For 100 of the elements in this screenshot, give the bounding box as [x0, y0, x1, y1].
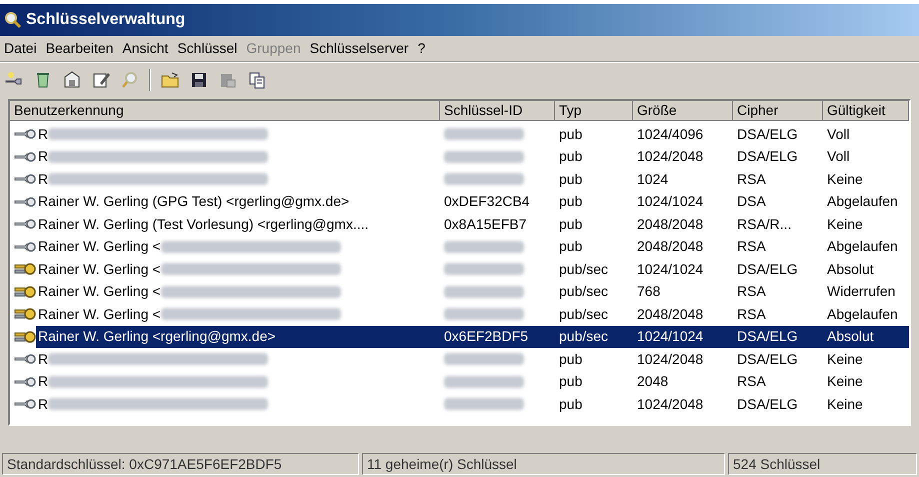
table-cell-text: pub	[559, 237, 582, 256]
table-cell-text: Keine	[827, 394, 863, 414]
table-cell-text: Rainer W. Gerling <rgerling@gmx.de>	[38, 327, 276, 346]
column-header[interactable]: Schlüssel-ID	[440, 101, 555, 121]
table-cell-text: Rainer W. Gerling (GPG Test) <rgerling@gmx.de>	[38, 192, 350, 212]
copy-icon[interactable]	[247, 70, 267, 90]
table-cell-text: Voll	[827, 124, 850, 144]
table-cell-text: 1024/1024	[637, 260, 704, 279]
status-panel: Standardschlüssel: 0xC971AE5F6EF2BDF5	[2, 453, 359, 475]
table-cell-text: R	[38, 124, 48, 144]
table-cell-text: Rainer W. Gerling (Test Vorlesung) <rgerling@gmx....	[38, 214, 369, 234]
key-icon	[14, 196, 36, 208]
table-cell-text: DSA/ELG	[737, 327, 798, 346]
table-cell-text: R	[38, 372, 48, 392]
key-pair-icon	[14, 262, 36, 276]
table-cell-text: 1024/1024	[637, 327, 704, 346]
table-cell-text: 0xDEF32CB4	[444, 192, 530, 212]
key-icon	[14, 128, 36, 140]
table-cell-text: pub	[559, 394, 582, 414]
table-cell-text: pub	[559, 147, 582, 166]
table-cell-text: R	[38, 147, 48, 166]
folder-icon[interactable]	[160, 70, 180, 90]
table-cell-text: 2048/2048	[637, 304, 704, 324]
key-row[interactable]: R pub 1024/4096 DSA/ELG Voll	[10, 123, 909, 146]
menu-item[interactable]: Schlüsselserver	[310, 38, 409, 59]
key-row[interactable]: R pub 2048 RSA Keine	[10, 370, 909, 393]
table-cell-text: R	[38, 170, 48, 189]
key-icon	[14, 218, 36, 230]
key-icon	[14, 150, 36, 163]
key-icon	[14, 353, 36, 366]
table-cell-text: 1024/1024	[637, 192, 704, 212]
table-cell-text: DSA/ELG	[737, 350, 798, 369]
search-icon	[4, 11, 22, 29]
key-row[interactable]: Rainer W. Gerling < pub/sec 768 RSA Widerrufen	[10, 280, 909, 303]
key-pair-icon	[14, 307, 36, 322]
table-cell-text: 768	[637, 282, 660, 302]
key-row[interactable]: Rainer W. Gerling < pub 2048/2048 RSA Abgelaufen	[10, 236, 909, 258]
table-cell-text: Abgelaufen	[827, 192, 898, 212]
column-header[interactable]: Typ	[555, 101, 633, 121]
table-cell-text: pub/sec	[559, 304, 608, 324]
table-cell-text: Rainer W. Gerling <	[38, 260, 161, 279]
table-cell-text: Abgelaufen	[827, 237, 898, 256]
menu-item[interactable]: Ansicht	[122, 38, 168, 59]
table-cell-text: RSA	[737, 237, 766, 256]
key-pair-icon	[14, 330, 36, 344]
table-cell-text: DSA/ELG	[737, 394, 798, 414]
column-header[interactable]: Größe	[633, 101, 733, 121]
table-cell-text: R	[38, 350, 48, 369]
key-row[interactable]: Rainer W. Gerling (Test Vorlesung) <rgerling@gmx.... 0x8A15EFB7 pub 2048/2048 RSA/R... Keine	[10, 213, 909, 236]
table-cell-text: RSA	[737, 170, 766, 189]
table-cell-text: Keine	[827, 214, 863, 234]
key-row[interactable]: R pub 1024/2048 DSA/ELG Voll	[10, 146, 909, 168]
table-cell-text: RSA/R...	[737, 214, 792, 234]
key-icon	[14, 376, 36, 388]
key-row[interactable]: Rainer W. Gerling (GPG Test) <rgerling@gmx.de> 0xDEF32CB4 pub 1024/1024 DSA Abgelaufen	[10, 190, 909, 213]
menu-item[interactable]: Schlüssel	[177, 38, 238, 59]
table-cell-text: Rainer W. Gerling <	[38, 282, 161, 302]
table-cell-text: pub/sec	[559, 327, 608, 346]
table-cell-text: Keine	[827, 372, 863, 392]
table-cell-text: Rainer W. Gerling <	[38, 304, 161, 324]
key-row[interactable]: Rainer W. Gerling < pub/sec 1024/1024 DSA/ELG Absolut	[10, 258, 909, 280]
table-cell-text: Keine	[827, 170, 863, 189]
menu-item[interactable]: Datei	[4, 38, 37, 59]
key-row[interactable]: R pub 1024/2048 DSA/ELG Keine	[10, 348, 909, 370]
key-row[interactable]: R pub 1024/2048 DSA/ELG Keine	[10, 393, 909, 416]
menu-item[interactable]: ?	[418, 38, 426, 59]
column-header[interactable]: Gültigkeit	[823, 101, 909, 121]
key-pair-icon	[14, 284, 36, 299]
table-cell-text: DSA/ELG	[737, 260, 798, 279]
table-cell-text: pub	[559, 372, 582, 392]
table-cell-text: 2048/2048	[637, 237, 704, 256]
table-cell-text: 2048/2048	[637, 214, 704, 234]
table-cell-text: 2048	[637, 372, 668, 392]
table-cell-text: Keine	[827, 350, 863, 369]
key-row[interactable]: R pub 1024 RSA Keine	[10, 168, 909, 190]
table-cell-text: pub	[559, 214, 582, 234]
table-cell-text: 1024/4096	[637, 124, 704, 144]
table-cell-text: DSA/ELG	[737, 147, 798, 166]
column-header[interactable]: Cipher	[733, 101, 823, 121]
key-row[interactable]: Rainer W. Gerling < pub/sec 2048/2048 RSA Abgelaufen	[10, 303, 909, 326]
table-cell-text: pub	[559, 170, 582, 189]
table-cell-text: Abgelaufen	[827, 304, 898, 324]
key-row[interactable]: Rainer W. Gerling <rgerling@gmx.de> 0x6EF2BDF5 pub/sec 1024/1024 DSA/ELG Absolut	[10, 326, 909, 348]
table-cell-text: pub	[559, 350, 582, 369]
table-cell-text: 0x6EF2BDF5	[444, 327, 528, 346]
status-panel: 524 Schlüssel	[728, 453, 917, 475]
table-cell-text: 1024/2048	[637, 147, 704, 166]
window-title: Schlüsselverwaltung	[26, 10, 186, 30]
column-header[interactable]: Benutzerkennung	[10, 101, 440, 121]
table-cell-text: RSA	[737, 282, 766, 302]
menu-item[interactable]: Bearbeiten	[46, 38, 114, 59]
table-cell-text: 1024	[637, 170, 668, 189]
table-cell-text: RSA	[737, 304, 766, 324]
table-cell-text: Rainer W. Gerling <	[38, 237, 161, 256]
table-cell-text: DSA	[737, 192, 766, 212]
table-cell-text: Widerrufen	[827, 282, 896, 302]
key-icon	[14, 173, 36, 186]
key-icon	[14, 398, 36, 410]
table-cell-text: 1024/2048	[637, 394, 704, 414]
table-cell-text: RSA	[737, 372, 766, 392]
